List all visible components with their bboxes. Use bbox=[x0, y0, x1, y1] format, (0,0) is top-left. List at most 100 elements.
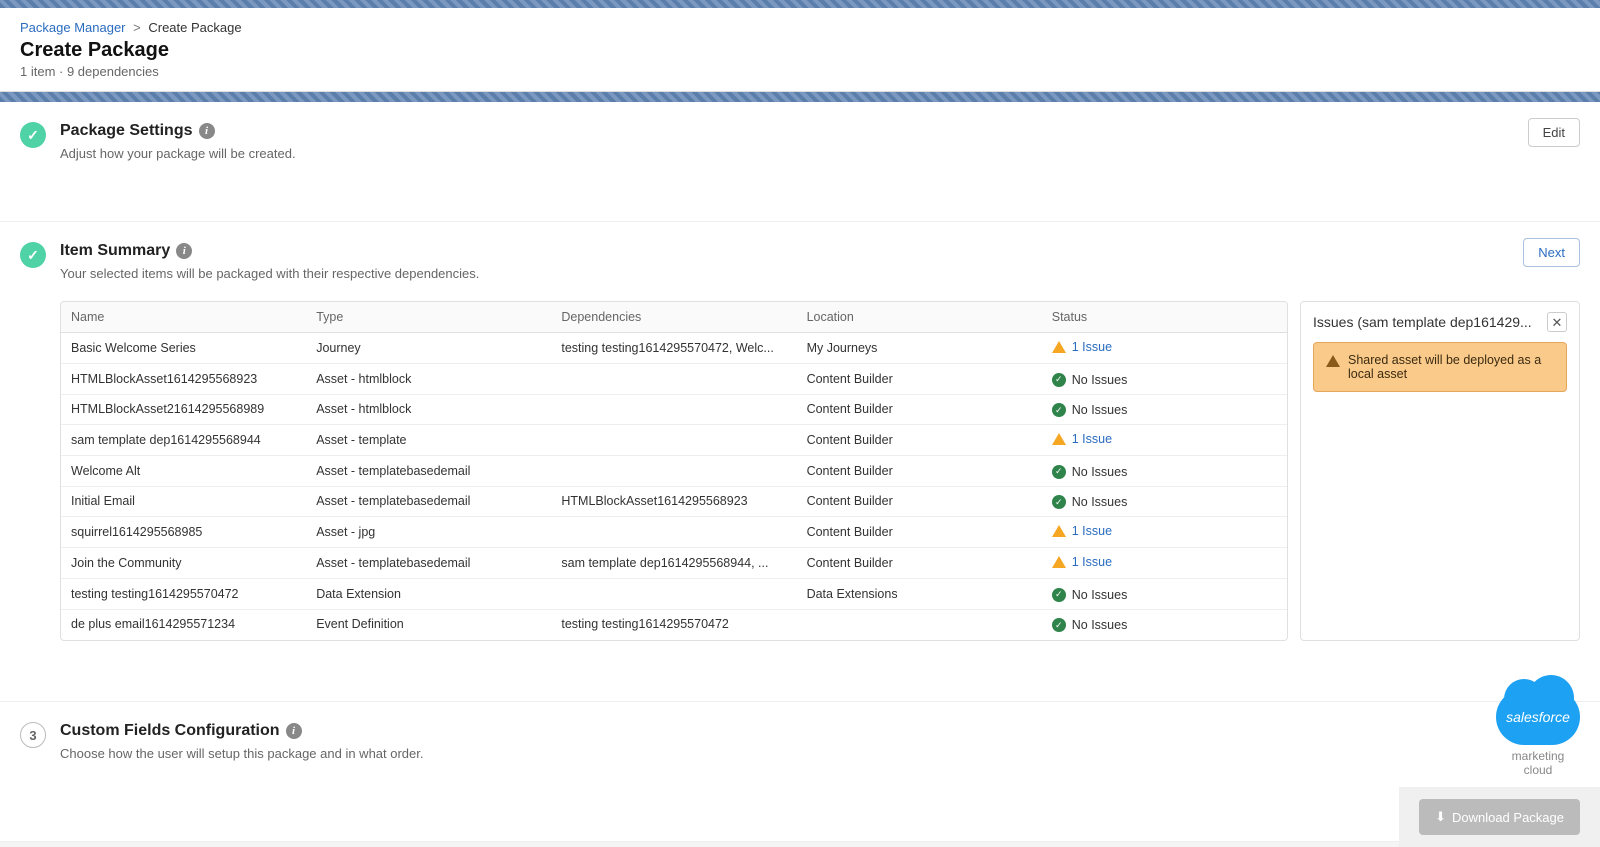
cell-status: ✓No Issues bbox=[1042, 609, 1287, 639]
table-row[interactable]: Join the CommunityAsset - templatebasede… bbox=[61, 548, 1287, 579]
section-title-settings: Package Settings i bbox=[60, 122, 215, 140]
check-circle-icon: ✓ bbox=[1052, 465, 1066, 479]
next-button[interactable]: Next bbox=[1523, 238, 1580, 267]
cell-type: Asset - htmlblock bbox=[306, 364, 551, 395]
cell-deps bbox=[551, 517, 796, 548]
page-title: Create Package bbox=[20, 39, 1580, 62]
table-row[interactable]: Basic Welcome SeriesJourneytesting testi… bbox=[61, 333, 1287, 364]
cell-type: Event Definition bbox=[306, 609, 551, 639]
check-circle-icon: ✓ bbox=[1052, 495, 1066, 509]
section-item-summary: ✓ Item Summary i Your selected items wil… bbox=[0, 222, 1600, 702]
table-row[interactable]: testing testing1614295570472 Data Extensi… bbox=[61, 579, 1287, 610]
cell-status: ✓ No Issues bbox=[1042, 579, 1287, 610]
cell-name: de plus email1614295571234 bbox=[61, 609, 306, 639]
cell-name: sam template dep1614295568944 bbox=[61, 425, 306, 456]
section-title-summary: Item Summary i bbox=[60, 242, 192, 260]
cell-deps: HTMLBlockAsset1614295568923 bbox=[551, 486, 796, 517]
step-done-icon: ✓ bbox=[20, 122, 46, 148]
check-circle-icon: ✓ bbox=[1052, 588, 1066, 602]
table-row[interactable]: Initial EmailAsset - templatebasedemailH… bbox=[61, 486, 1287, 517]
cell-loc: Content Builder bbox=[797, 394, 1042, 425]
cell-loc: My Journeys bbox=[797, 333, 1042, 364]
cell-name: Welcome Alt bbox=[61, 456, 306, 487]
breadcrumb: Package Manager > Create Package bbox=[20, 20, 1580, 35]
cell-deps bbox=[551, 579, 796, 610]
cell-loc: Content Builder bbox=[797, 456, 1042, 487]
cell-name: testing testing1614295570472 bbox=[61, 579, 306, 610]
salesforce-logo: salesforce marketing cloud bbox=[1496, 689, 1580, 777]
col-header-name[interactable]: Name bbox=[61, 302, 306, 333]
table-row[interactable]: Welcome AltAsset - templatebasedemail Con… bbox=[61, 456, 1287, 487]
cell-type: Journey bbox=[306, 333, 551, 364]
cell-status: ✓ No Issues bbox=[1042, 486, 1287, 517]
table-row[interactable]: squirrel1614295568985Asset - jpgContent … bbox=[61, 517, 1287, 548]
check-circle-icon: ✓ bbox=[1052, 373, 1066, 387]
check-circle-icon: ✓ bbox=[1052, 403, 1066, 417]
cell-loc: Data Extensions bbox=[797, 579, 1042, 610]
section-title-settings-text: Package Settings bbox=[60, 122, 193, 140]
info-icon[interactable]: i bbox=[176, 243, 192, 259]
table-row[interactable]: HTMLBlockAsset21614295568989Asset - html… bbox=[61, 394, 1287, 425]
table-row[interactable]: HTMLBlockAsset1614295568923Asset - htmlb… bbox=[61, 364, 1287, 395]
section-desc-custom: Choose how the user will setup this pack… bbox=[60, 746, 1580, 761]
cell-status: 1 Issue bbox=[1042, 333, 1287, 364]
cell-loc: Content Builder bbox=[797, 548, 1042, 579]
issue-message: Shared asset will be deployed as a local… bbox=[1348, 353, 1554, 381]
status-label: No Issues bbox=[1072, 465, 1128, 479]
cell-name: HTMLBlockAsset1614295568923 bbox=[61, 364, 306, 395]
warning-triangle-icon bbox=[1326, 355, 1340, 367]
cell-type: Asset - templatebasedemail bbox=[306, 486, 551, 517]
cell-type: Asset - templatebasedemail bbox=[306, 548, 551, 579]
col-header-deps[interactable]: Dependencies bbox=[551, 302, 796, 333]
col-header-status[interactable]: Status bbox=[1042, 302, 1287, 333]
status-label[interactable]: 1 Issue bbox=[1072, 432, 1112, 446]
table-row[interactable]: sam template dep1614295568944Asset - tem… bbox=[61, 425, 1287, 456]
section-desc-settings: Adjust how your package will be created. bbox=[60, 146, 1580, 161]
cell-loc bbox=[797, 609, 1042, 639]
section-title-custom-text: Custom Fields Configuration bbox=[60, 722, 280, 740]
cell-deps: testing testing1614295570472 bbox=[551, 609, 796, 639]
warning-triangle-icon bbox=[1052, 556, 1066, 568]
cell-status: ✓ No Issues bbox=[1042, 456, 1287, 487]
cell-type: Asset - templatebasedemail bbox=[306, 456, 551, 487]
cell-status: ✓ No Issues bbox=[1042, 364, 1287, 395]
cell-type: Asset - htmlblock bbox=[306, 394, 551, 425]
branding-sub1: marketing bbox=[1496, 749, 1580, 763]
edit-button[interactable]: Edit bbox=[1528, 118, 1580, 147]
item-summary-table: Name Type Dependencies Location Status B… bbox=[60, 301, 1288, 641]
status-label[interactable]: 1 Issue bbox=[1072, 555, 1112, 569]
info-icon[interactable]: i bbox=[286, 723, 302, 739]
issue-warning-box: Shared asset will be deployed as a local… bbox=[1313, 342, 1567, 392]
status-label[interactable]: 1 Issue bbox=[1072, 340, 1112, 354]
info-icon[interactable]: i bbox=[199, 123, 215, 139]
status-label: No Issues bbox=[1072, 495, 1128, 509]
section-title-summary-text: Item Summary bbox=[60, 242, 170, 260]
status-label: No Issues bbox=[1072, 403, 1128, 417]
cell-deps bbox=[551, 364, 796, 395]
cell-type: Asset - jpg bbox=[306, 517, 551, 548]
step-number-badge: 3 bbox=[20, 722, 46, 748]
download-icon: ⬇ bbox=[1435, 809, 1446, 825]
status-label[interactable]: 1 Issue bbox=[1072, 524, 1112, 538]
cell-type: Asset - template bbox=[306, 425, 551, 456]
table-row[interactable]: de plus email1614295571234Event Definiti… bbox=[61, 609, 1287, 639]
branding-sub2: cloud bbox=[1496, 763, 1580, 777]
section-package-settings: ✓ Package Settings i Adjust how your pac… bbox=[0, 102, 1600, 222]
issues-panel-title: Issues (sam template dep161429... bbox=[1313, 314, 1532, 330]
check-circle-icon: ✓ bbox=[1052, 618, 1066, 632]
section-desc-summary: Your selected items will be packaged wit… bbox=[60, 266, 1580, 281]
breadcrumb-root-link[interactable]: Package Manager bbox=[20, 20, 126, 35]
close-issues-button[interactable]: ✕ bbox=[1547, 312, 1567, 332]
cell-status: 1 Issue bbox=[1042, 517, 1287, 548]
status-label: No Issues bbox=[1072, 373, 1128, 387]
download-package-button[interactable]: ⬇ Download Package bbox=[1419, 799, 1580, 835]
cell-status: 1 Issue bbox=[1042, 425, 1287, 456]
warning-triangle-icon bbox=[1052, 433, 1066, 445]
status-label: No Issues bbox=[1072, 588, 1128, 602]
col-header-type[interactable]: Type bbox=[306, 302, 551, 333]
cell-status: ✓ No Issues bbox=[1042, 394, 1287, 425]
cell-loc: Content Builder bbox=[797, 364, 1042, 395]
download-label: Download Package bbox=[1452, 810, 1564, 825]
cell-name: Join the Community bbox=[61, 548, 306, 579]
col-header-loc[interactable]: Location bbox=[797, 302, 1042, 333]
